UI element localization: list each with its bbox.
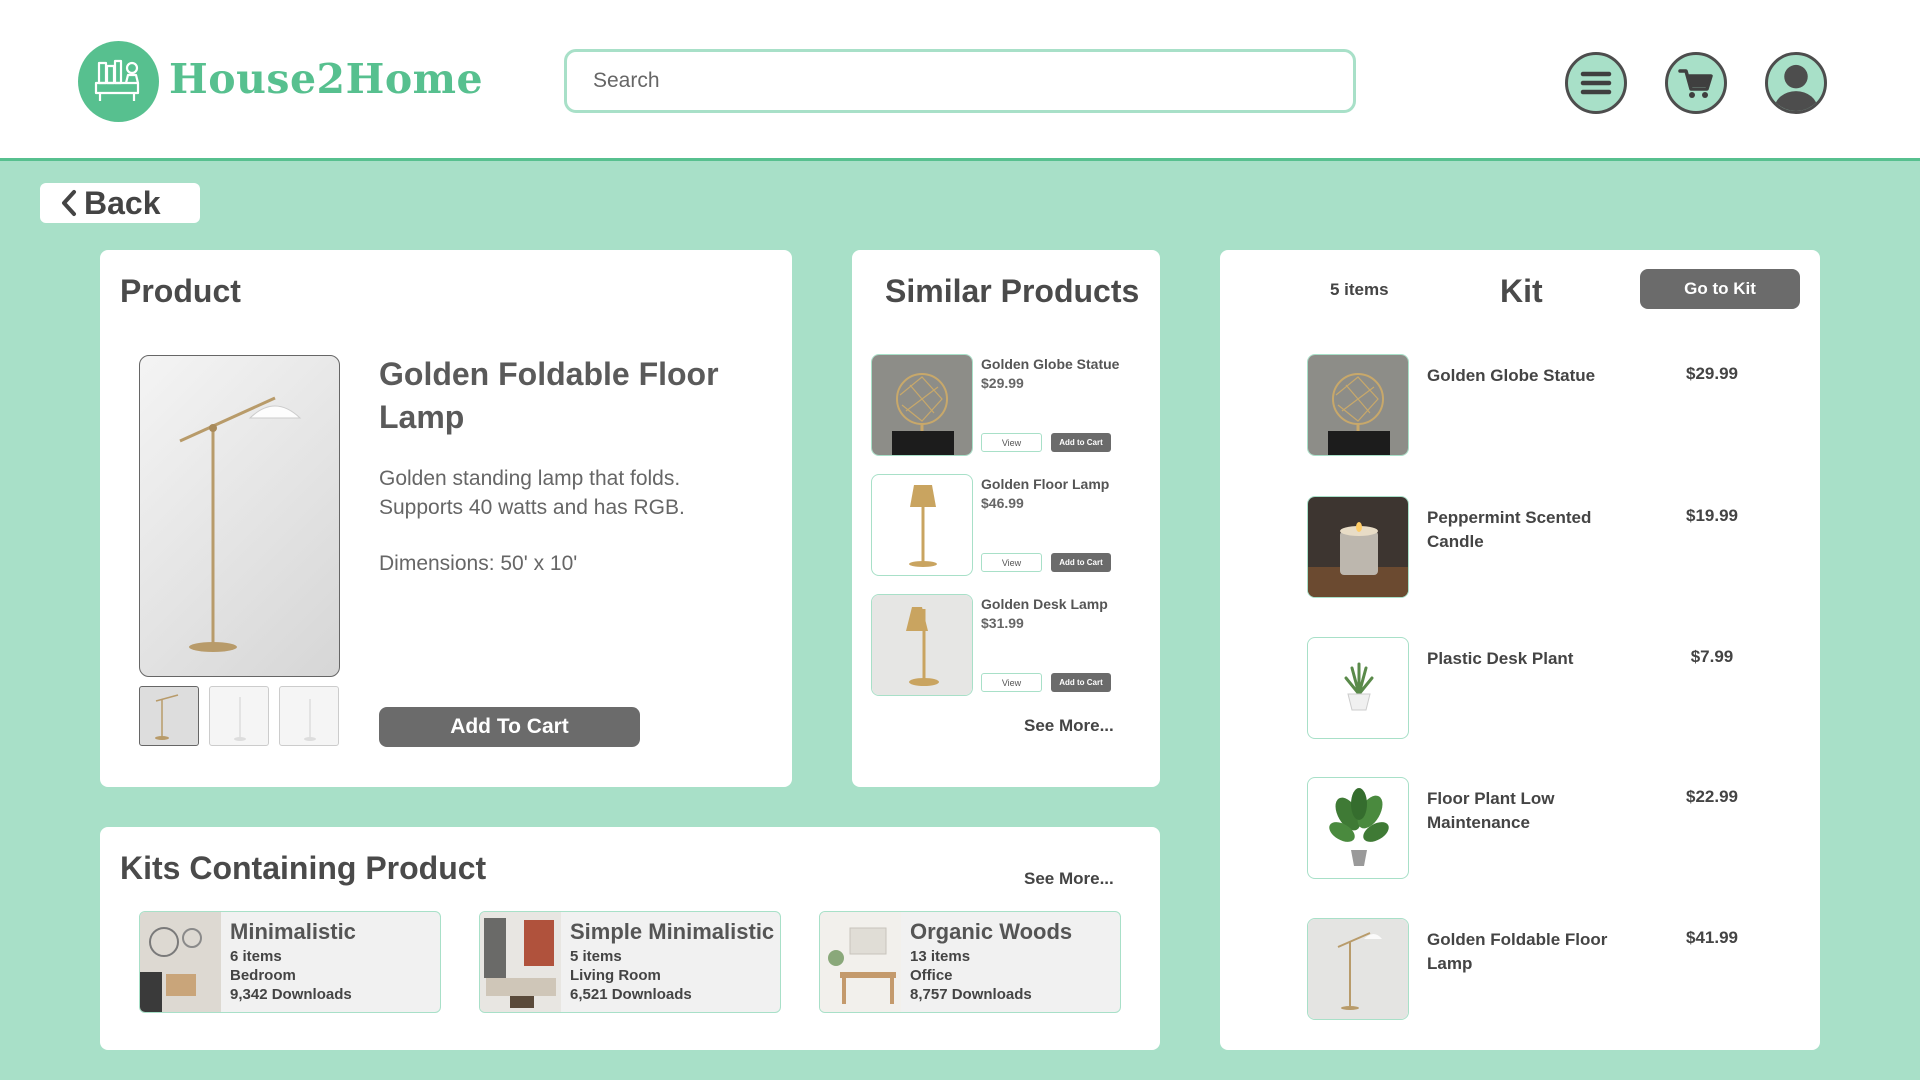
- kit-list-item: Peppermint Scented Candle $19.99: [1307, 496, 1777, 598]
- menu-icon[interactable]: [1565, 52, 1627, 114]
- similar-product-item: Golden Floor Lamp $46.99 View Add to Car…: [871, 474, 1131, 576]
- product-section-title: Product: [120, 273, 241, 309]
- kit-product-name: Golden Globe Statue: [1427, 366, 1596, 385]
- kit-room: Office: [910, 967, 953, 984]
- user-icon[interactable]: [1765, 52, 1827, 114]
- product-thumbnail[interactable]: [139, 686, 199, 746]
- product-thumbnail[interactable]: [279, 686, 339, 746]
- kit-card[interactable]: Simple Minimalistic 5 items Living Room …: [479, 911, 781, 1013]
- product-image[interactable]: [1307, 777, 1409, 879]
- similar-product-name: Golden Globe Statue: [981, 356, 1120, 372]
- kit-product-name: Golden Foldable Floor Lamp: [1427, 930, 1608, 973]
- logo-icon[interactable]: [78, 41, 159, 122]
- product-description: Golden standing lamp that folds. Support…: [379, 467, 685, 519]
- kit-product-price: $19.99: [1686, 506, 1738, 525]
- product-image[interactable]: [871, 474, 973, 576]
- brand-name[interactable]: House2Home: [169, 55, 483, 103]
- product-main-image: [139, 355, 340, 677]
- similar-product-price: $29.99: [981, 375, 1024, 391]
- product-dimensions: Dimensions: 50' x 10': [379, 552, 578, 575]
- similar-product-price: $31.99: [981, 615, 1024, 631]
- kit-product-price: $29.99: [1686, 364, 1738, 383]
- kit-list-item: Golden Foldable Floor Lamp $41.99: [1307, 918, 1777, 1020]
- add-to-cart-button[interactable]: Add to Cart: [1051, 553, 1111, 572]
- go-to-kit-button[interactable]: Go to Kit: [1640, 269, 1800, 309]
- kit-downloads: 6,521 Downloads: [570, 986, 692, 1003]
- cart-icon[interactable]: [1665, 52, 1727, 114]
- similar-product-name: Golden Desk Lamp: [981, 596, 1108, 612]
- search-input[interactable]: [564, 49, 1356, 113]
- product-image[interactable]: [1307, 354, 1409, 456]
- product-image[interactable]: [871, 354, 973, 456]
- kit-product-name: Peppermint Scented Candle: [1427, 508, 1592, 551]
- kit-name: Minimalistic: [230, 919, 356, 944]
- similar-product-name: Golden Floor Lamp: [981, 476, 1110, 492]
- kit-downloads: 9,342 Downloads: [230, 986, 352, 1003]
- product-name: Golden Foldable Floor Lamp: [379, 356, 719, 435]
- view-button[interactable]: View: [981, 553, 1042, 572]
- kit-image: [820, 912, 901, 1012]
- kit-product-price: $7.99: [1690, 647, 1734, 666]
- see-more-kits-link[interactable]: See More...: [1024, 869, 1114, 889]
- kit-card[interactable]: Minimalistic 6 items Bedroom 9,342 Downl…: [139, 911, 441, 1013]
- kit-image: [480, 912, 561, 1012]
- product-image[interactable]: [1307, 918, 1409, 1020]
- product-thumbnail[interactable]: [209, 686, 269, 746]
- kit-room: Living Room: [570, 967, 661, 984]
- product-image[interactable]: [1307, 496, 1409, 598]
- kit-item-count: 13 items: [910, 948, 971, 965]
- similar-products-panel: Similar Products Golden Globe Statue $29…: [852, 250, 1160, 787]
- kit-list-item: Golden Globe Statue $29.99: [1307, 354, 1777, 456]
- see-more-similar-link[interactable]: See More...: [1024, 716, 1114, 736]
- back-button[interactable]: Back: [40, 183, 200, 223]
- product-image[interactable]: [871, 594, 973, 696]
- back-label: Back: [84, 184, 161, 221]
- view-button[interactable]: View: [981, 673, 1042, 692]
- kit-item-count: 6 items: [230, 948, 282, 965]
- kit-panel: 5 items Kit Go to Kit Golden Globe Statu…: [1220, 250, 1820, 1050]
- similar-product-price: $46.99: [981, 495, 1024, 511]
- product-image[interactable]: [1307, 637, 1409, 739]
- kits-containing-panel: Kits Containing Product See More... Mini…: [100, 827, 1160, 1050]
- kit-item-count: 5 items: [570, 948, 622, 965]
- kit-image: [140, 912, 221, 1012]
- similar-product-item: Golden Desk Lamp $31.99 View Add to Cart: [871, 594, 1131, 696]
- kit-product-price: $41.99: [1686, 928, 1738, 947]
- kit-downloads: 8,757 Downloads: [910, 986, 1032, 1003]
- kits-section-title: Kits Containing Product: [120, 850, 487, 886]
- add-to-cart-button[interactable]: Add To Cart: [379, 707, 640, 747]
- kit-name: Organic Woods: [910, 919, 1073, 944]
- kit-product-price: $22.99: [1686, 787, 1738, 806]
- kit-room: Bedroom: [230, 967, 296, 984]
- add-to-cart-button[interactable]: Add to Cart: [1051, 433, 1111, 452]
- kit-list-item: Plastic Desk Plant $7.99: [1307, 637, 1777, 739]
- similar-section-title: Similar Products: [885, 273, 1140, 309]
- top-header: House2Home: [0, 0, 1920, 161]
- similar-product-item: Golden Globe Statue $29.99 View Add to C…: [871, 354, 1131, 456]
- chevron-left-icon: [62, 190, 76, 216]
- add-to-cart-button[interactable]: Add to Cart: [1051, 673, 1111, 692]
- kit-item-count: 5 items: [1330, 280, 1389, 299]
- kit-product-name: Floor Plant Low Maintenance: [1427, 789, 1555, 832]
- kit-name: Simple Minimalistic: [570, 919, 775, 944]
- product-panel: Product Golden Foldable Floor Lamp Golde…: [100, 250, 792, 787]
- kit-title: Kit: [1500, 273, 1543, 309]
- view-button[interactable]: View: [981, 433, 1042, 452]
- kit-card[interactable]: Organic Woods 13 items Office 8,757 Down…: [819, 911, 1121, 1013]
- kit-product-name: Plastic Desk Plant: [1427, 649, 1574, 668]
- kit-list-item: Floor Plant Low Maintenance $22.99: [1307, 777, 1777, 879]
